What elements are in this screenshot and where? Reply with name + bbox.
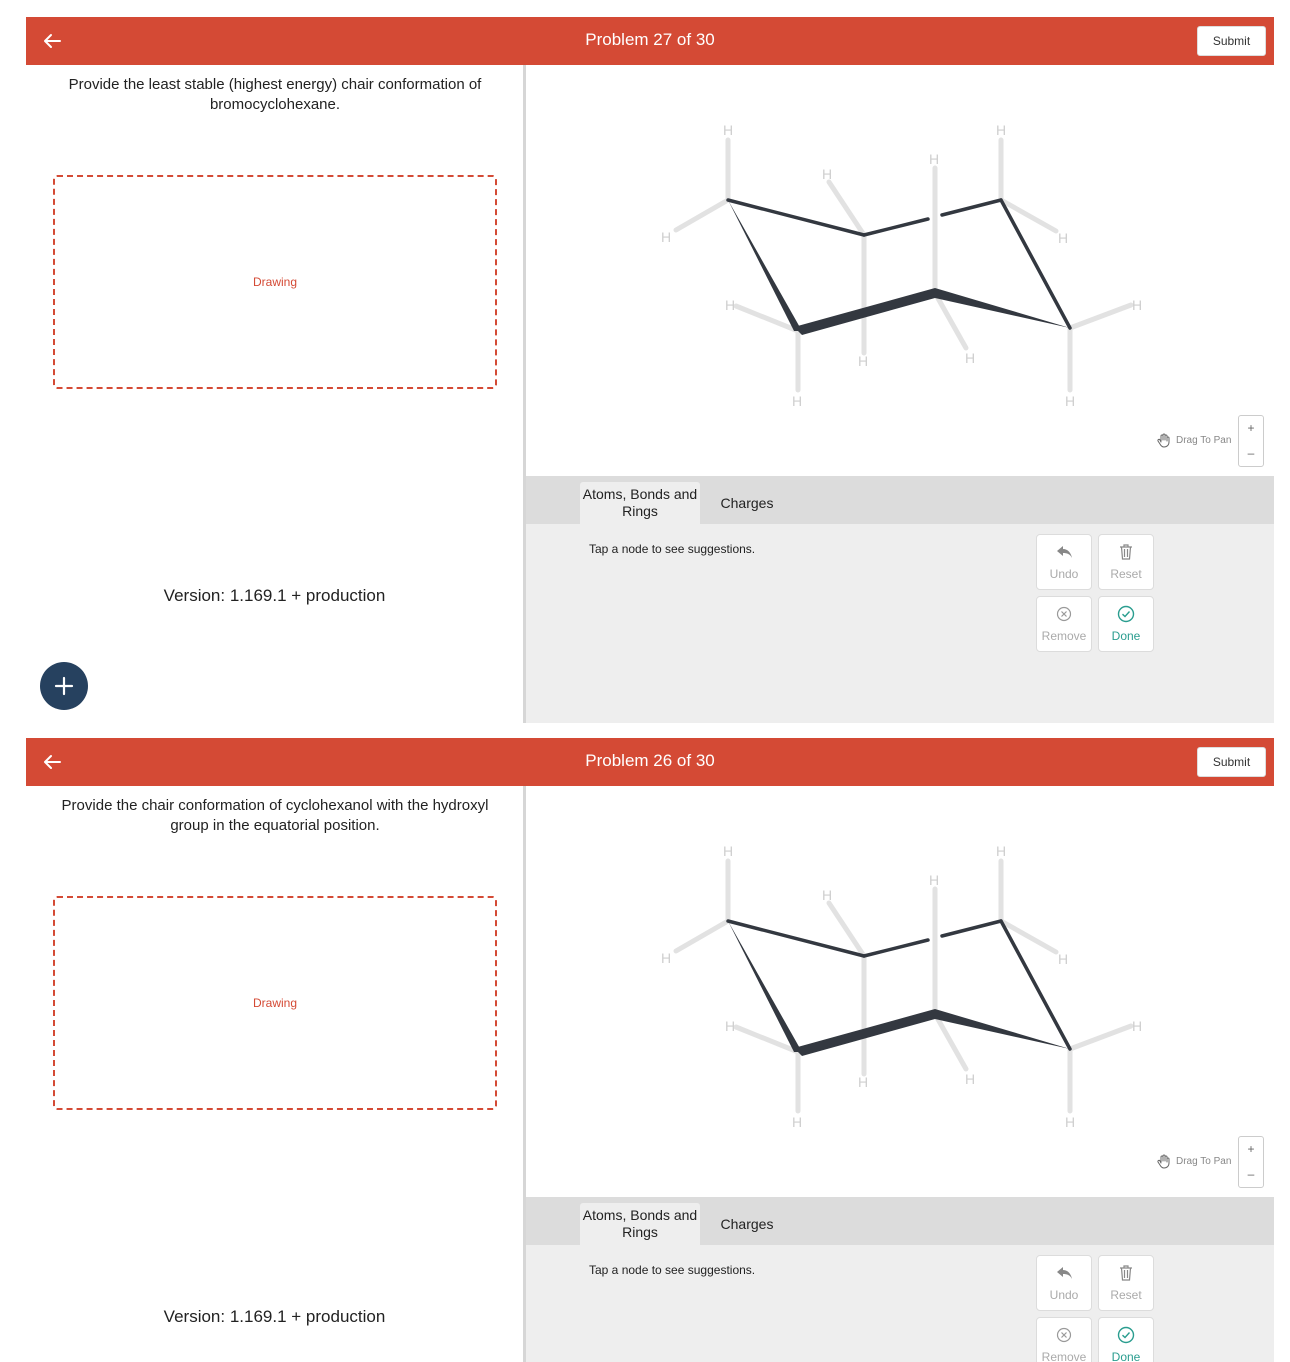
chair-molecule-canvas[interactable]: H H H H H H H H H H H H (526, 786, 1274, 1197)
hydrogen-atom[interactable]: H (661, 950, 671, 966)
question-pane: Provide the chair conformation of cycloh… (26, 786, 523, 1362)
undo-icon (1057, 1267, 1072, 1279)
question-text: Provide the chair conformation of cycloh… (61, 797, 489, 834)
check-circle-icon (1117, 605, 1135, 623)
tab-charges[interactable]: Charges (712, 482, 782, 524)
suggestion-hint: Tap a node to see suggestions. (589, 1263, 756, 1277)
version-text: Version: 1.169.1 + production (163, 586, 386, 605)
done-label: Done (1111, 629, 1141, 643)
close-circle-icon (1056, 1327, 1072, 1343)
reset-button[interactable]: Reset (1098, 534, 1154, 590)
tool-panel: Tap a node to see suggestions. Undo Rese… (526, 1245, 1274, 1362)
drawing-area[interactable]: Drawing (53, 175, 497, 389)
zoom-control: + – (1238, 1136, 1264, 1188)
problem-panel-26: Problem 26 of 30 Submit Provide the chai… (26, 738, 1274, 1362)
hydrogen-atom[interactable]: H (996, 122, 1006, 138)
hydrogen-bonds (673, 858, 1134, 1114)
remove-button[interactable]: Remove (1036, 596, 1092, 652)
hydrogen-atom[interactable]: H (661, 229, 671, 245)
hand-icon (1157, 1154, 1170, 1169)
question-pane: Provide the least stable (highest energy… (26, 65, 523, 723)
close-circle-icon (1056, 606, 1072, 622)
drawing-label: Drawing (252, 275, 297, 289)
done-label: Done (1111, 1350, 1141, 1362)
hydrogen-atom[interactable]: H (858, 353, 868, 369)
zoom-in-button[interactable]: + (1239, 1137, 1263, 1162)
carbon-ring (726, 198, 1072, 335)
undo-button[interactable]: Undo (1036, 534, 1092, 590)
header-bar: Problem 27 of 30 Submit (26, 17, 1274, 65)
drag-to-pan-label: Drag To Pan (1176, 434, 1232, 446)
reset-label: Reset (1110, 567, 1142, 581)
chair-molecule-canvas[interactable]: H H H H H H H H H H H H (526, 65, 1274, 476)
zoom-out-button[interactable]: – (1239, 441, 1263, 466)
hydrogen-atom[interactable]: H (965, 1071, 975, 1087)
tool-panel: Tap a node to see suggestions. Undo Rese… (526, 524, 1274, 723)
drag-to-pan-hint: Drag To Pan (1156, 1153, 1231, 1169)
problem-panel-27: Problem 27 of 30 Submit Provide the leas… (26, 17, 1274, 723)
reset-label: Reset (1110, 1288, 1142, 1302)
plus-icon (54, 676, 74, 696)
undo-icon (1057, 546, 1072, 558)
editor-pane: H H H H H H H H H H H H Drag To Pan + – … (526, 786, 1274, 1362)
tab-charges[interactable]: Charges (712, 1203, 782, 1245)
undo-button[interactable]: Undo (1036, 1255, 1092, 1311)
hydrogen-atom[interactable]: H (1132, 1018, 1142, 1034)
hydrogen-atom[interactable]: H (725, 1018, 735, 1034)
hydrogen-atom[interactable]: H (792, 1114, 802, 1130)
trash-icon (1120, 544, 1132, 560)
remove-label: Remove (1041, 1350, 1087, 1362)
hydrogen-atom[interactable]: H (1065, 393, 1075, 409)
undo-label: Undo (1049, 1288, 1079, 1302)
carbon-ring (726, 919, 1072, 1056)
hydrogen-atom[interactable]: H (929, 151, 939, 167)
question-text: Provide the least stable (highest energy… (68, 76, 482, 113)
undo-label: Undo (1049, 567, 1079, 581)
drag-to-pan-hint: Drag To Pan (1156, 432, 1231, 448)
done-button[interactable]: Done (1098, 1317, 1154, 1362)
header-bar: Problem 26 of 30 Submit (26, 738, 1274, 786)
remove-button[interactable]: Remove (1036, 1317, 1092, 1362)
editor-pane: H H H H H H H H H H H H Drag To Pan + – … (526, 65, 1274, 723)
page-title: Problem 26 of 30 (585, 751, 715, 770)
zoom-in-button[interactable]: + (1239, 416, 1263, 441)
zoom-out-button[interactable]: – (1239, 1162, 1263, 1187)
zoom-control: + – (1238, 415, 1264, 467)
submit-button[interactable]: Submit (1197, 747, 1266, 777)
version-text: Version: 1.169.1 + production (163, 1307, 386, 1326)
add-button[interactable] (40, 662, 88, 710)
hydrogen-atom[interactable]: H (792, 393, 802, 409)
reset-button[interactable]: Reset (1098, 1255, 1154, 1311)
submit-button[interactable]: Submit (1197, 26, 1266, 56)
tool-tabs: Atoms, Bonds and Rings Charges (526, 1197, 1274, 1245)
drag-to-pan-label: Drag To Pan (1176, 1155, 1232, 1167)
hydrogen-atom[interactable]: H (965, 350, 975, 366)
tool-tabs: Atoms, Bonds and Rings Charges (526, 476, 1274, 524)
drawing-label: Drawing (252, 996, 297, 1010)
hydrogen-atom[interactable]: H (929, 872, 939, 888)
hydrogen-atom[interactable]: H (822, 887, 832, 903)
hydrogen-atom[interactable]: H (725, 297, 735, 313)
hydrogen-atom[interactable]: H (1132, 297, 1142, 313)
tab-atoms-bonds-rings[interactable]: Atoms, Bonds and Rings (580, 1203, 700, 1245)
hydrogen-bonds (673, 137, 1134, 393)
hydrogen-atom[interactable]: H (723, 122, 733, 138)
done-button[interactable]: Done (1098, 596, 1154, 652)
remove-label: Remove (1041, 629, 1087, 643)
hydrogen-atom[interactable]: H (858, 1074, 868, 1090)
trash-icon (1120, 1265, 1132, 1281)
hydrogen-atom[interactable]: H (822, 166, 832, 182)
hydrogen-atom[interactable]: H (1065, 1114, 1075, 1130)
hand-icon (1157, 433, 1170, 448)
check-circle-icon (1117, 1326, 1135, 1344)
hydrogen-atom[interactable]: H (1058, 951, 1068, 967)
hydrogen-atom[interactable]: H (996, 843, 1006, 859)
page-title: Problem 27 of 30 (585, 30, 715, 49)
hydrogen-atom[interactable]: H (723, 843, 733, 859)
hydrogen-atom[interactable]: H (1058, 230, 1068, 246)
drawing-area[interactable]: Drawing (53, 896, 497, 1110)
suggestion-hint: Tap a node to see suggestions. (589, 542, 756, 556)
tab-atoms-bonds-rings[interactable]: Atoms, Bonds and Rings (580, 482, 700, 524)
